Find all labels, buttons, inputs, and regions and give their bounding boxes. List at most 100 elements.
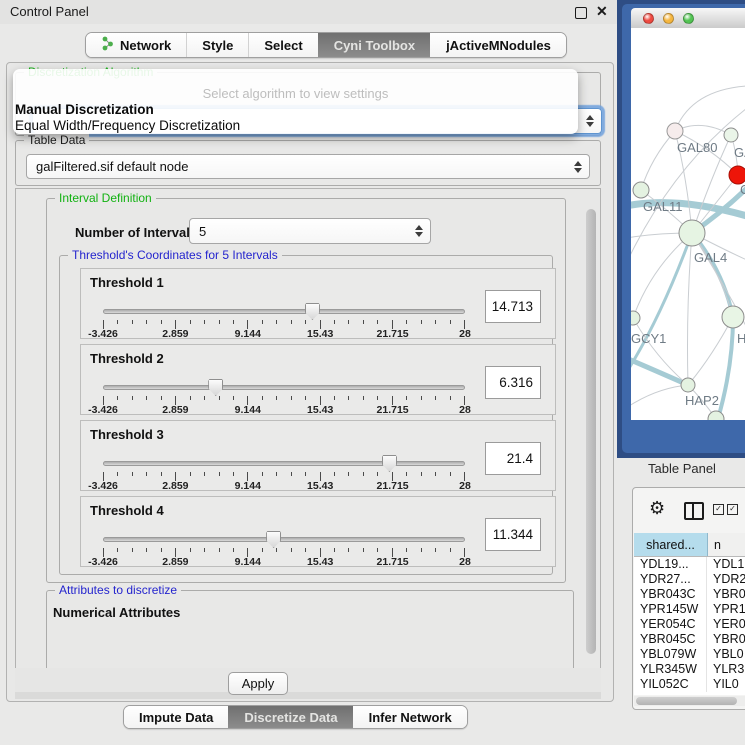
tab-network[interactable]: Network — [86, 33, 186, 57]
apply-button[interactable]: Apply — [228, 672, 288, 695]
table-row[interactable]: YPR145WYPR1 — [634, 602, 745, 617]
slider-track[interactable] — [103, 385, 465, 390]
threshold-slider[interactable]: -3.4262.8599.14415.4321.71528 — [103, 421, 465, 490]
network-node[interactable] — [667, 123, 683, 139]
table-row[interactable]: YBR043CYBR0 — [634, 587, 745, 602]
cell-name[interactable]: YDR2 — [707, 572, 745, 587]
float-window-icon[interactable] — [575, 7, 587, 19]
interval-definition-group: Interval Definition Number of Intervals … — [46, 198, 566, 583]
slider-handle[interactable] — [305, 303, 320, 320]
node-table[interactable]: shared... n YDL19...YDL1YDR27...YDR2YBR0… — [634, 533, 745, 695]
checkbox-select-all-icon[interactable]: ✓ — [727, 504, 738, 515]
network-window-titlebar[interactable] — [631, 8, 745, 29]
tick-mark — [204, 320, 205, 324]
tick-label: 9.144 — [235, 556, 261, 568]
network-node[interactable] — [631, 311, 640, 325]
column-header-name[interactable]: n — [708, 533, 745, 556]
table-row[interactable]: YBL079WYBL0 — [634, 647, 745, 662]
cell-shared-name[interactable]: YBL079W — [634, 647, 707, 662]
minimize-traffic-light-icon[interactable] — [663, 13, 674, 24]
checkbox-select-icon[interactable]: ✓ — [713, 504, 724, 515]
number-of-intervals-combobox[interactable]: 5 — [189, 218, 431, 244]
tick-label: 28 — [459, 480, 471, 492]
table-row[interactable]: YBR045CYBR0 — [634, 632, 745, 647]
table-row[interactable]: YIL052CYIL0 — [634, 677, 745, 692]
threshold-slider[interactable]: -3.4262.8599.14415.4321.71528 — [103, 497, 465, 566]
gear-icon[interactable]: ⚙ — [649, 498, 665, 519]
table-row[interactable]: YDR27...YDR2 — [634, 572, 745, 587]
tab-label: Cyni Toolbox — [334, 38, 415, 53]
cell-shared-name[interactable]: YLR345W — [634, 662, 707, 677]
cell-shared-name[interactable]: YIL052C — [634, 677, 707, 692]
slider-track[interactable] — [103, 461, 465, 466]
scrollbar-thumb[interactable] — [636, 697, 737, 705]
cell-name[interactable]: YLR3 — [707, 662, 745, 677]
tick-label: 21.715 — [377, 328, 409, 340]
tab-select[interactable]: Select — [248, 33, 317, 57]
tab-jactivemnodules[interactable]: jActiveMNodules — [430, 33, 566, 57]
threshold-slider[interactable]: -3.4262.8599.14415.4321.71528 — [103, 269, 465, 338]
cell-name[interactable]: YER0 — [707, 617, 745, 632]
cell-shared-name[interactable]: YDL19... — [634, 557, 707, 572]
tick-label: 9.144 — [235, 328, 261, 340]
column-header-shared-name[interactable]: shared... — [634, 533, 708, 556]
node-label: GAL80 — [677, 140, 717, 155]
cell-shared-name[interactable]: YBR045C — [634, 632, 707, 647]
tick-mark — [291, 396, 292, 400]
viewport-scrollbar-thumb[interactable] — [586, 209, 596, 654]
tick-mark — [450, 396, 451, 400]
network-node[interactable] — [633, 182, 649, 198]
cell-name[interactable]: YIL0 — [707, 677, 745, 692]
cell-name[interactable]: YBL0 — [707, 647, 745, 662]
tab-infer-network[interactable]: Infer Network — [353, 706, 467, 728]
threshold-value-field[interactable]: 11.344 — [485, 518, 541, 551]
settings-scroll-viewport: Interval Definition Number of Intervals … — [15, 188, 601, 670]
tick-mark — [334, 472, 335, 476]
threshold-value-field[interactable]: 6.316 — [485, 366, 541, 399]
tab-style[interactable]: Style — [186, 33, 248, 57]
cell-name[interactable]: YBR0 — [707, 632, 745, 647]
threshold-value-field[interactable]: 14.713 — [485, 290, 541, 323]
slider-handle[interactable] — [208, 379, 223, 396]
tab-discretize-data[interactable]: Discretize Data — [228, 706, 352, 728]
table-row[interactable]: YER054CYER0 — [634, 617, 745, 632]
table-row[interactable]: YLR345WYLR3 — [634, 662, 745, 677]
network-node[interactable] — [724, 128, 738, 142]
tick-mark — [421, 396, 422, 400]
slider-track[interactable] — [103, 537, 465, 542]
table-body: YDL19...YDL1YDR27...YDR2YBR043CYBR0YPR14… — [634, 557, 745, 692]
tick-mark — [262, 548, 263, 552]
table-data-combobox[interactable]: galFiltered.sif default node — [26, 154, 590, 179]
tick-label: 21.715 — [377, 556, 409, 568]
tab-cyni-toolbox[interactable]: Cyni Toolbox — [318, 33, 430, 57]
tab-impute-data[interactable]: Impute Data — [124, 706, 228, 728]
threshold-slider[interactable]: -3.4262.8599.14415.4321.71528 — [103, 345, 465, 414]
table-horizontal-scrollbar[interactable] — [634, 696, 745, 706]
table-row[interactable]: YDL19...YDL1 — [634, 557, 745, 572]
tick-mark — [161, 472, 162, 476]
cell-shared-name[interactable]: YPR145W — [634, 602, 707, 617]
dropdown-option[interactable]: Manual Discretization — [15, 102, 575, 118]
columns-icon[interactable] — [684, 502, 704, 520]
cell-name[interactable]: YBR0 — [707, 587, 745, 602]
table-header-row[interactable]: shared... n — [634, 533, 745, 557]
cell-shared-name[interactable]: YDR27... — [634, 572, 707, 587]
tick-label: 2.859 — [162, 328, 188, 340]
network-canvas[interactable]: GAL80GACGAL11GAL4GCY1HHAP2 — [631, 28, 745, 420]
slider-handle[interactable] — [266, 531, 281, 548]
dropdown-option[interactable]: Equal Width/Frequency Discretization — [15, 118, 575, 134]
cell-name[interactable]: YDL1 — [707, 557, 745, 572]
cell-name[interactable]: YPR1 — [707, 602, 745, 617]
threshold-value-field[interactable]: 21.4 — [485, 442, 541, 475]
slider-handle[interactable] — [382, 455, 397, 472]
network-node[interactable] — [681, 378, 695, 392]
cell-shared-name[interactable]: YER054C — [634, 617, 707, 632]
tick-label: 28 — [459, 556, 471, 568]
close-traffic-light-icon[interactable] — [643, 13, 654, 24]
close-icon[interactable]: ✕ — [596, 3, 608, 20]
slider-track[interactable] — [103, 309, 465, 314]
zoom-traffic-light-icon[interactable] — [683, 13, 694, 24]
network-node[interactable] — [679, 220, 705, 246]
network-node[interactable] — [722, 306, 744, 328]
cell-shared-name[interactable]: YBR043C — [634, 587, 707, 602]
